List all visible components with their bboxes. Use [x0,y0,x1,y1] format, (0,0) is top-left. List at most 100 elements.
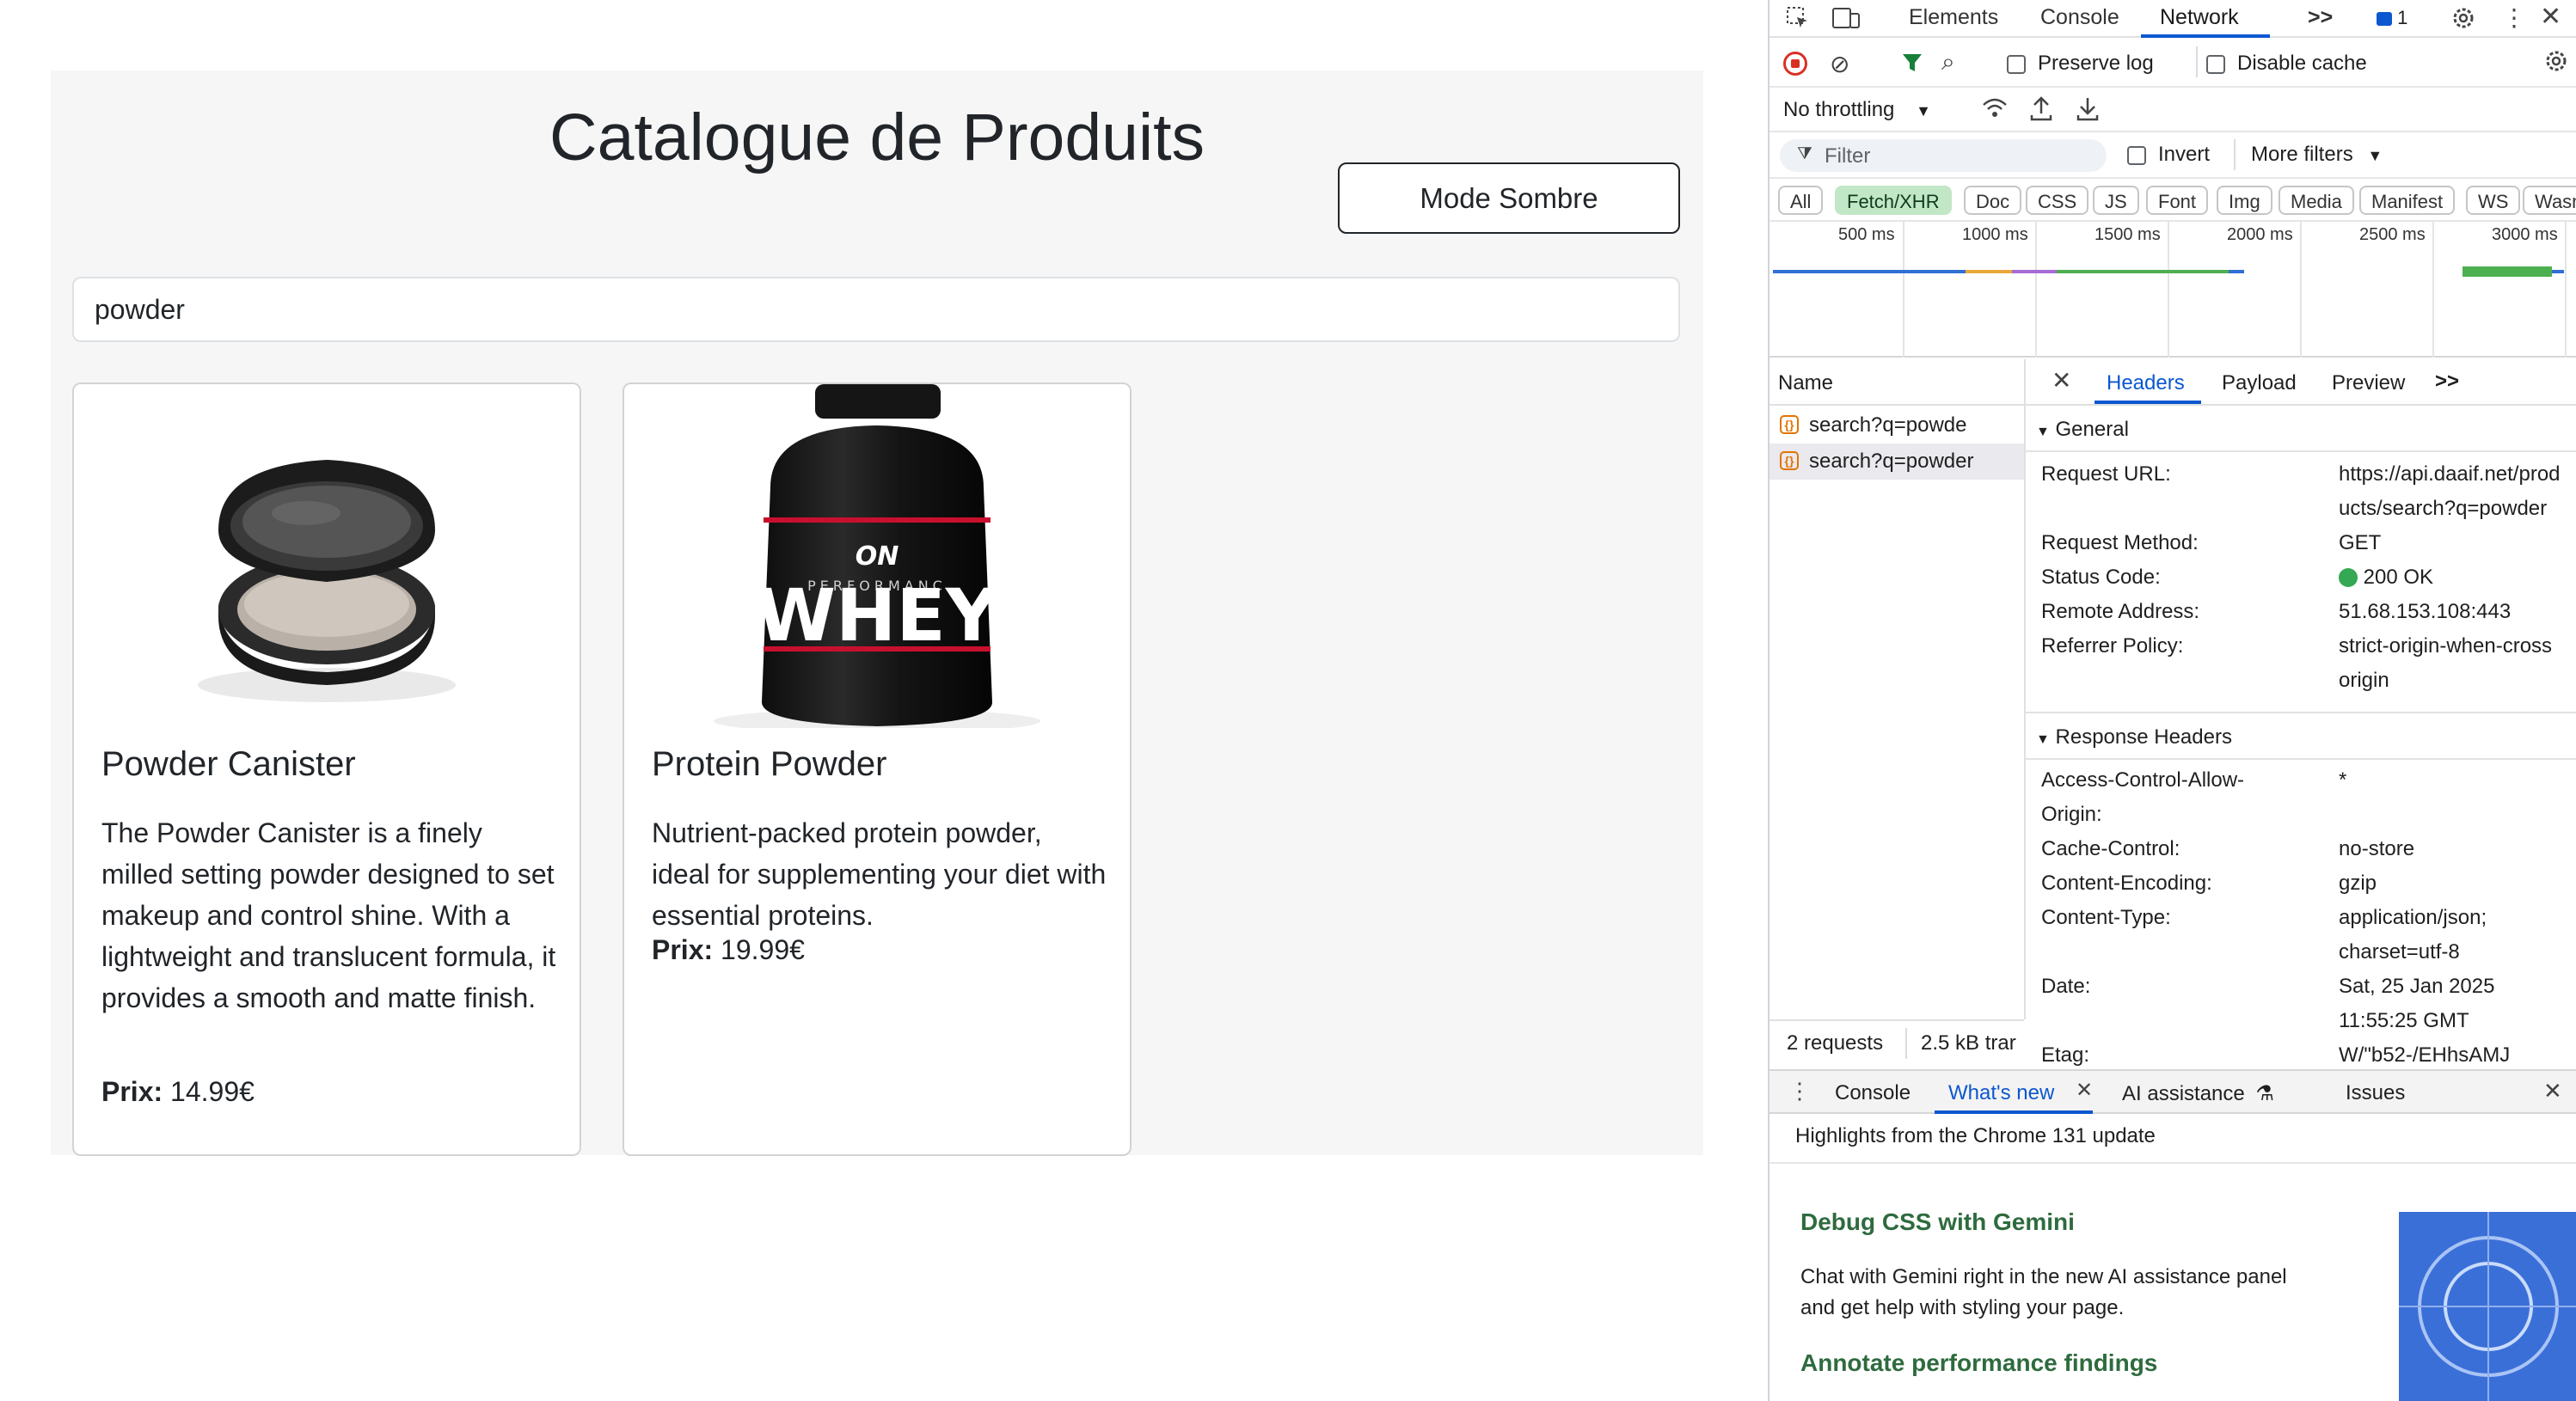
type-filter-css[interactable]: CSS [2026,186,2089,215]
drawer-tab-whats-new[interactable]: What's new [1948,1081,2054,1105]
clear-icon[interactable]: ⊘ [1830,50,1849,78]
search-icon[interactable]: ⌕ [1941,48,1955,76]
disable-cache-checkbox[interactable] [2206,55,2225,74]
product-image-powder-canister [74,384,580,728]
type-filter-all[interactable]: All [1778,186,1824,215]
header-key: Referrer Policy: [2041,634,2184,658]
product-card[interactable]: ON PERFORMANC WHEY Protein Powder Nutrie… [623,382,1132,1156]
type-filter-font[interactable]: Font [2146,186,2209,215]
dark-mode-button[interactable]: Mode Sombre [1338,162,1680,234]
header-value: Sat, 25 Jan 2025 [2339,975,2495,998]
devtools-tab-bar: Elements Console Network >> 1 ⋮ ✕ [1769,0,2576,38]
header-value: GET [2339,531,2382,554]
settings-icon[interactable] [2450,5,2476,37]
tab-elements[interactable]: Elements [1909,5,1998,30]
drawer-tab-console[interactable]: Console [1835,1081,1911,1105]
header-key: Etag: [2041,1043,2090,1067]
inspect-element-icon[interactable] [1785,5,1811,37]
header-key: Origin: [2041,803,2102,826]
more-filters-dropdown[interactable]: More filters ▼ [2251,143,2383,167]
issues-counter[interactable]: 1 [2377,7,2407,29]
network-conditions-icon[interactable] [1981,96,2009,128]
drawer-menu-icon[interactable]: ⋮ [1788,1078,1811,1104]
name-column-header[interactable]: Name [1778,371,1833,395]
close-drawer-icon[interactable]: ✕ [2543,1078,2562,1104]
feature-heading-link[interactable]: Annotate performance findings [1800,1349,2157,1377]
header-value: gzip [2339,872,2377,895]
filter-icon[interactable] [1900,50,1926,82]
request-list: {} search?q=powde {} search?q=powder [1769,406,2026,1019]
drawer-tab-issues[interactable]: Issues [2346,1081,2405,1105]
filter-input[interactable]: ⧩ Filter [1780,139,2107,172]
tab-preview[interactable]: Preview [2332,371,2405,395]
fetch-icon: {} [1780,451,1799,470]
preserve-log-checkbox[interactable] [2007,55,2026,74]
header-key: Request Method: [2041,531,2199,554]
type-filter-img[interactable]: Img [2217,186,2272,215]
close-detail-icon[interactable]: ✕ [2052,366,2071,395]
timeline-overview[interactable]: 500 ms 1000 ms 1500 ms 2000 ms 2500 ms 3… [1769,222,2576,358]
disable-cache-label: Disable cache [2237,52,2367,75]
import-har-icon[interactable] [2029,95,2053,128]
tab-payload[interactable]: Payload [2222,371,2297,395]
tab-console[interactable]: Console [2040,5,2119,30]
type-filter-manifest[interactable]: Manifest [2359,186,2456,215]
header-key: Remote Address: [2041,600,2200,623]
request-row[interactable]: {} search?q=powde [1769,407,2024,444]
tab-network[interactable]: Network [2160,5,2239,30]
issues-count: 1 [2397,7,2408,28]
header-value: origin [2339,669,2389,692]
header-key: Content-Type: [2041,906,2171,929]
type-filter-js[interactable]: JS [2093,186,2139,215]
ai-assistance-label: AI assistance [2122,1082,2245,1105]
device-toolbar-icon[interactable] [1831,5,1861,37]
drawer-tab-ai-assistance[interactable]: AI assistance ⚗ [2122,1081,2274,1106]
general-section-toggle[interactable]: ▼ General [2036,418,2129,442]
header-value: ucts/search?q=powder [2339,497,2548,520]
header-key: Date: [2041,975,2091,998]
filter-funnel-icon: ⧩ [1797,144,1812,163]
request-row[interactable]: {} search?q=powder [1769,444,2024,480]
highlights-text: Highlights from the Chrome 131 update [1795,1124,2156,1147]
product-card[interactable]: Powder Canister The Powder Canister is a… [72,382,581,1156]
kebab-menu-icon[interactable]: ⋮ [2502,3,2526,32]
status-value: 200 OK [2339,560,2576,595]
chevron-down-icon: ▼ [1916,102,1931,119]
close-tab-icon[interactable]: ✕ [2076,1078,2093,1103]
search-input[interactable] [72,277,1680,342]
export-har-icon[interactable] [2076,95,2100,128]
active-tab-indicator [2141,34,2270,38]
timeline-tick: 2000 ms [2227,225,2293,244]
request-name: search?q=powder [1809,450,1974,473]
type-filter-doc[interactable]: Doc [1964,186,2022,215]
throttling-label: No throttling [1783,98,1895,121]
resource-type-filters: All Fetch/XHR Doc CSS JS Font Img Media … [1769,179,2576,222]
header-value: strict-origin-when-cross [2339,634,2553,658]
tab-headers[interactable]: Headers [2107,371,2185,395]
price-value: 19.99€ [721,934,805,965]
response-headers-toggle[interactable]: ▼ Response Headers [2036,725,2232,749]
type-filter-ws[interactable]: WS [2466,186,2521,215]
close-devtools-icon[interactable]: ✕ [2540,2,2561,32]
record-icon[interactable] [1783,52,1807,76]
feature-heading-link[interactable]: Debug CSS with Gemini [1800,1208,2075,1236]
header-value: * [2339,768,2347,792]
status-dot-icon [2339,568,2358,587]
invert-checkbox[interactable] [2127,146,2146,165]
header-value: W/"b52-/EHhsAMJ [2339,1043,2511,1067]
throttling-select[interactable]: No throttling ▼ [1783,98,1931,122]
type-filter-media[interactable]: Media [2279,186,2354,215]
type-filter-wasm[interactable]: Wasm [2523,186,2576,215]
more-tabs-button[interactable]: >> [2308,5,2333,30]
feature-description: Chat with Gemini right in the new AI ass… [1800,1265,2287,1288]
timeline-bar [2552,270,2564,273]
timeline-bar [1966,270,2012,273]
active-drawer-tab-indicator [1935,1110,2093,1114]
more-detail-tabs-icon[interactable]: >> [2435,370,2459,394]
transferred-size: 2.5 kB trar [1921,1031,2016,1055]
header-key: Request URL: [2041,462,2171,486]
network-settings-icon[interactable] [2543,48,2569,80]
header-key: Status Code: [2041,566,2161,589]
type-filter-fetch-xhr[interactable]: Fetch/XHR [1835,186,1952,215]
status-text: 200 OK [2363,566,2434,589]
